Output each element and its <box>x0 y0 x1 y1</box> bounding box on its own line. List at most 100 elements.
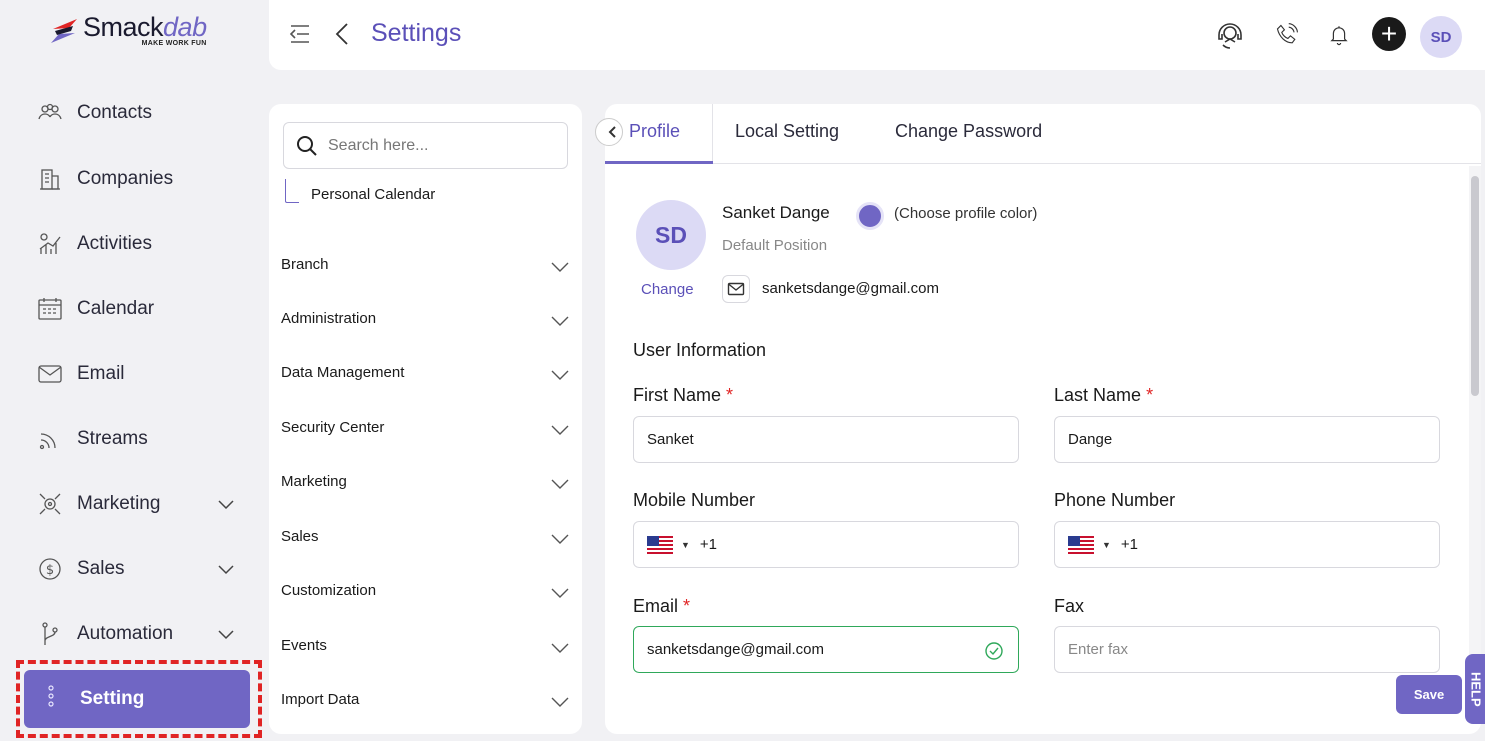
menu-section-branch[interactable]: Branch <box>281 244 571 284</box>
sidebar-item-label: Companies <box>77 168 174 189</box>
search-icon <box>297 135 317 156</box>
last-name-input[interactable] <box>1068 431 1368 448</box>
menu-section-label: Data Management <box>281 363 405 381</box>
menu-sub-item-label: Personal Calendar <box>311 186 436 203</box>
first-name-input[interactable] <box>647 431 947 448</box>
more-vertical-icon <box>46 683 56 715</box>
active-tab-indicator <box>605 161 713 164</box>
collapse-menu-icon[interactable] <box>289 23 311 45</box>
menu-section-import-data[interactable]: Import Data <box>281 679 571 719</box>
email-icon <box>36 360 64 388</box>
sidebar-item-label: Automation <box>77 623 174 644</box>
scrollbar-thumb[interactable] <box>1471 176 1479 396</box>
phone-number-label: Phone Number <box>1054 490 1176 510</box>
mobile-number-field[interactable]: ▼ +1 <box>633 521 1019 568</box>
tab-divider <box>712 104 713 164</box>
chevron-left-icon <box>608 126 616 138</box>
menu-section-label: Branch <box>281 255 329 273</box>
page-title: Settings <box>371 19 462 47</box>
sidebar-item-streams[interactable]: Streams <box>36 417 256 461</box>
menu-section-customization[interactable]: Customization <box>281 570 571 610</box>
sidebar-item-label: Email <box>77 363 125 384</box>
menu-section-marketing[interactable]: Marketing <box>281 461 571 501</box>
user-avatar[interactable]: SD <box>1420 16 1462 58</box>
profile-avatar: SD <box>636 200 706 270</box>
phone-number-value[interactable]: +1 <box>1121 536 1138 553</box>
menu-sub-item-personal-calendar[interactable]: Personal Calendar <box>285 179 436 203</box>
mobile-number-value[interactable]: +1 <box>700 536 717 553</box>
mail-icon-box <box>722 275 750 303</box>
fax-label: Fax <box>1054 596 1085 616</box>
sidebar-item-activities[interactable]: Activities <box>36 222 256 266</box>
menu-section-label: Security Center <box>281 418 385 436</box>
marketing-icon <box>36 490 64 518</box>
search-box[interactable] <box>283 122 568 169</box>
menu-section-administration[interactable]: Administration <box>281 298 571 338</box>
sidebar-item-sales[interactable]: $ Sales <box>36 547 256 591</box>
support-icon[interactable] <box>1215 20 1245 50</box>
chevron-down-icon <box>551 316 569 326</box>
fax-field[interactable] <box>1054 626 1440 673</box>
menu-section-events[interactable]: Events <box>281 625 571 665</box>
tab-change-password[interactable]: Change Password <box>895 121 1042 142</box>
profile-name: Sanket Dange <box>722 203 830 222</box>
email-field[interactable] <box>633 626 1019 673</box>
caret-down-icon[interactable]: ▼ <box>681 540 690 550</box>
profile-position: Default Position <box>722 237 828 254</box>
menu-section-label: Events <box>281 636 327 654</box>
change-avatar-link[interactable]: Change <box>641 281 694 298</box>
menu-section-data-management[interactable]: Data Management <box>281 352 571 392</box>
phone-icon[interactable] <box>1272 20 1302 50</box>
sales-icon: $ <box>36 555 64 583</box>
check-circle-icon <box>985 642 1003 660</box>
brand-name-italic: dab <box>163 12 207 42</box>
tab-local-setting[interactable]: Local Setting <box>735 121 839 142</box>
menu-section-security-center[interactable]: Security Center <box>281 407 571 447</box>
last-name-field[interactable] <box>1054 416 1440 463</box>
caret-down-icon[interactable]: ▼ <box>1102 540 1111 550</box>
sidebar-item-calendar[interactable]: Calendar <box>36 287 256 331</box>
sidebar-item-automation[interactable]: Automation <box>36 612 256 656</box>
back-arrow-icon[interactable] <box>332 21 354 47</box>
help-button[interactable]: HELP <box>1465 654 1485 724</box>
settings-menu-panel: Personal Calendar Branch Administration … <box>269 104 582 734</box>
activities-icon <box>36 230 64 258</box>
profile-email: sanketsdange@gmail.com <box>762 280 939 297</box>
sidebar-item-label: Setting <box>80 688 145 709</box>
chevron-down-icon <box>218 500 234 510</box>
first-name-field[interactable] <box>633 416 1019 463</box>
search-input[interactable] <box>328 136 548 155</box>
collapse-panel-button[interactable] <box>595 118 623 146</box>
sidebar: Smackdab MAKE WORK FUN Contacts Companie… <box>14 0 268 741</box>
svg-text:$: $ <box>46 563 54 578</box>
chevron-down-icon <box>551 697 569 707</box>
tab-profile[interactable]: Profile <box>629 121 680 142</box>
sidebar-item-marketing[interactable]: Marketing <box>36 482 256 526</box>
add-button[interactable]: + <box>1372 17 1406 51</box>
bell-icon[interactable] <box>1324 20 1354 50</box>
chevron-down-icon <box>551 534 569 544</box>
scrollbar[interactable] <box>1469 166 1481 660</box>
chevron-down-icon <box>551 425 569 435</box>
menu-section-label: Customization <box>281 581 377 599</box>
first-name-label: First Name * <box>633 385 734 405</box>
mobile-number-label: Mobile Number <box>633 490 756 510</box>
save-button[interactable]: Save <box>1396 675 1462 714</box>
sidebar-item-contacts[interactable]: Contacts <box>36 91 256 135</box>
brand-logo[interactable]: Smackdab MAKE WORK FUN <box>47 14 237 58</box>
sidebar-item-email[interactable]: Email <box>36 352 256 396</box>
chevron-down-icon <box>551 479 569 489</box>
sidebar-item-companies[interactable]: Companies <box>36 157 256 201</box>
email-input[interactable] <box>647 641 947 658</box>
calendar-icon <box>36 295 64 323</box>
us-flag-icon[interactable] <box>1068 535 1094 554</box>
menu-section-label: Sales <box>281 527 319 545</box>
sidebar-item-label: Marketing <box>77 493 161 514</box>
us-flag-icon[interactable] <box>647 535 673 554</box>
fax-input[interactable] <box>1068 641 1368 658</box>
profile-color-picker[interactable] <box>856 202 884 230</box>
menu-section-sales[interactable]: Sales <box>281 516 571 556</box>
sidebar-item-setting[interactable]: Setting <box>24 670 250 728</box>
companies-icon <box>36 165 64 193</box>
phone-number-field[interactable]: ▼ +1 <box>1054 521 1440 568</box>
